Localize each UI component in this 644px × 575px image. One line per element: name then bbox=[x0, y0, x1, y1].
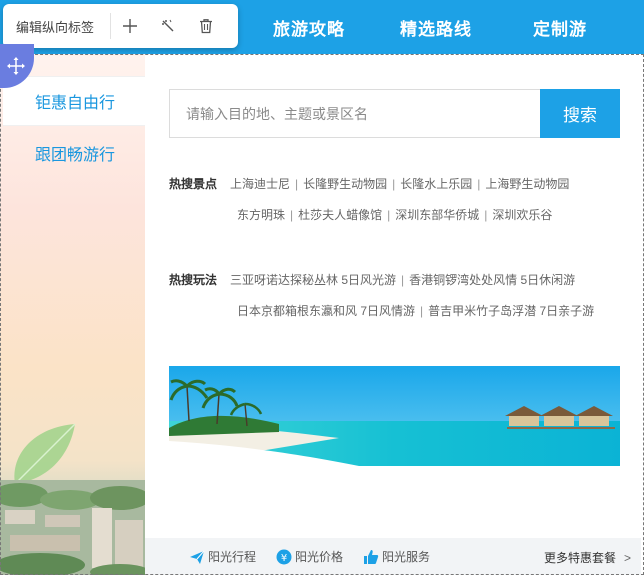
hot-spots-line-2: 东方明珠 | 杜莎夫人蜡像馆 | 深圳东部华侨城 | 深圳欢乐谷 bbox=[237, 208, 553, 222]
feature-itinerary: 阳光行程 bbox=[189, 548, 256, 565]
nav-item-travel-guide[interactable]: 旅游攻略 bbox=[244, 15, 374, 40]
leaf-decoration bbox=[14, 423, 76, 485]
hot-spots-line-1: 上海迪士尼 | 长隆野生动物园 | 长隆水上乐园 | 上海野生动物园 bbox=[230, 177, 570, 191]
hot-play-link[interactable]: 香港铜锣湾处处风情 5日休闲游 bbox=[409, 273, 575, 287]
hot-spot-link[interactable]: 深圳欢乐谷 bbox=[492, 208, 552, 222]
hot-play-label: 热搜玩法 bbox=[169, 273, 218, 287]
tab-group-tour[interactable]: 跟团畅游行 bbox=[3, 128, 145, 178]
nav-item-selected-routes[interactable]: 精选路线 bbox=[374, 15, 498, 40]
paper-plane-icon bbox=[189, 549, 205, 565]
tab-free-travel[interactable]: 钜惠自由行 bbox=[3, 76, 145, 126]
thumbs-up-icon bbox=[363, 549, 379, 565]
yen-coin-icon: ¥ bbox=[276, 549, 292, 565]
hot-play-line-2: 日本京都箱根东瀛和风 7日风情游 | 普吉甲米竹子岛浮潜 7日亲子游 bbox=[237, 304, 595, 318]
features-bar: 阳光行程 ¥ 阳光价格 阳光服务 更多特惠套餐 > bbox=[145, 538, 641, 575]
add-button[interactable] bbox=[111, 4, 149, 48]
hot-play-link[interactable]: 普吉甲米竹子岛浮潜 7日亲子游 bbox=[428, 304, 594, 318]
search-button[interactable]: 搜索 bbox=[540, 89, 620, 138]
hot-spot-link[interactable]: 长隆野生动物园 bbox=[303, 177, 387, 191]
feature-price: ¥ 阳光价格 bbox=[276, 548, 343, 565]
delete-button[interactable] bbox=[187, 4, 225, 48]
feature-service: 阳光服务 bbox=[363, 548, 430, 565]
edit-toolbar: 编辑纵向标签 bbox=[3, 4, 238, 48]
trash-icon bbox=[200, 19, 212, 34]
edit-toolbar-label: 编辑纵向标签 bbox=[16, 19, 95, 35]
hot-spot-link[interactable]: 杜莎夫人蜡像馆 bbox=[298, 208, 382, 222]
style-button[interactable] bbox=[149, 4, 187, 48]
move-arrows-icon bbox=[7, 57, 25, 75]
nav-item-custom-tour[interactable]: 定制游 bbox=[498, 15, 622, 40]
hot-spot-link[interactable]: 上海野生动物园 bbox=[485, 177, 569, 191]
search-input[interactable] bbox=[186, 105, 526, 122]
hot-spot-link[interactable]: 东方明珠 bbox=[237, 208, 285, 222]
city-scenery bbox=[0, 480, 145, 575]
feature-label: 阳光行程 bbox=[208, 550, 257, 564]
search-box bbox=[169, 89, 540, 138]
svg-text:¥: ¥ bbox=[281, 553, 287, 564]
feature-label: 阳光服务 bbox=[382, 550, 431, 564]
chevron-right-icon: > bbox=[623, 551, 631, 565]
feature-label: 阳光价格 bbox=[295, 550, 344, 564]
plus-icon bbox=[123, 19, 137, 33]
main-content: 搜索 热搜景点 上海迪士尼|长隆野生动物园|长隆水上乐园|上海野生动物园 东方明… bbox=[145, 54, 641, 575]
more-deals-label: 更多特惠套餐 bbox=[543, 551, 616, 565]
more-deals-link[interactable]: 更多特惠套餐 > bbox=[544, 549, 631, 566]
top-nav: 旅游攻略 精选路线 定制游 bbox=[244, 0, 622, 54]
vertical-tab-panel: 钜惠自由行 跟团畅游行 bbox=[0, 54, 145, 575]
hot-play-link[interactable]: 日本京都箱根东瀛和风 7日风情游 bbox=[237, 304, 415, 318]
hot-spot-link[interactable]: 长隆水上乐园 bbox=[400, 177, 472, 191]
hot-play-line-1: 三亚呀诺达探秘丛林 5日风光游 | 香港铜锣湾处处风情 5日休闲游 bbox=[230, 273, 576, 287]
hot-spot-link[interactable]: 深圳东部华侨城 bbox=[395, 208, 479, 222]
magic-wand-icon bbox=[162, 19, 174, 32]
hot-spot-link[interactable]: 上海迪士尼 bbox=[230, 177, 290, 191]
hot-play-link[interactable]: 三亚呀诺达探秘丛林 5日风光游 bbox=[230, 273, 396, 287]
hot-spots-label: 热搜景点 bbox=[169, 177, 218, 191]
beach-banner-image[interactable] bbox=[169, 366, 620, 466]
